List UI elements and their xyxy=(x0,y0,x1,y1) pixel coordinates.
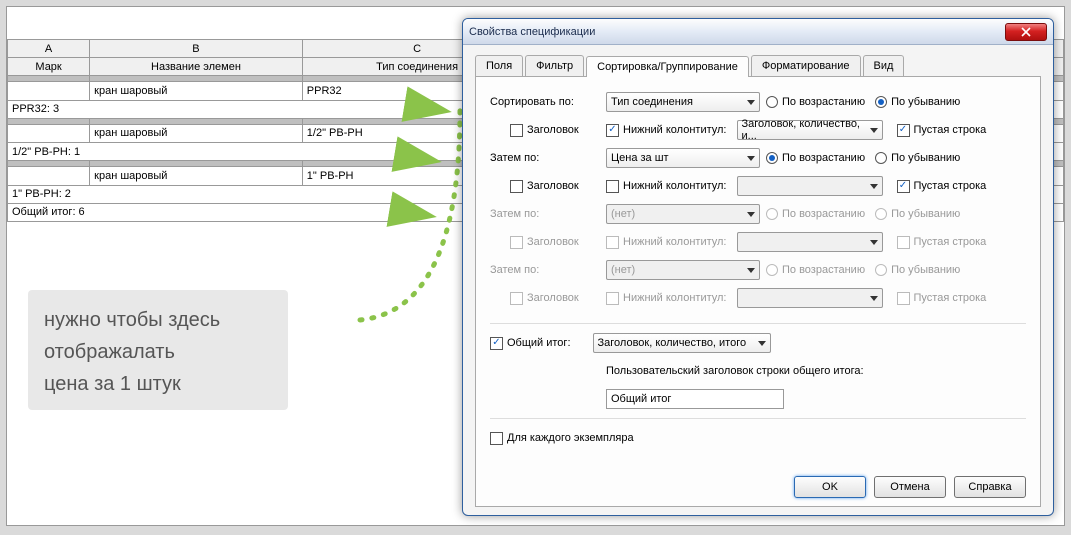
level-footer-select xyxy=(737,232,883,252)
cancel-button[interactable]: Отмена xyxy=(874,476,946,498)
tab-1[interactable]: Фильтр xyxy=(525,55,584,76)
tab-3[interactable]: Форматирование xyxy=(751,55,861,76)
help-button[interactable]: Справка xyxy=(954,476,1026,498)
sort-by-label: Сортировать по: xyxy=(490,96,600,108)
level-footer-checkbox: Нижний колонтитул: xyxy=(606,292,727,305)
level-footer-select xyxy=(737,288,883,308)
sort-desc-radio[interactable]: По убыванию xyxy=(875,96,960,108)
sort-field-select: (нет) xyxy=(606,260,760,280)
grand-total-select[interactable]: Заголовок, количество, итого xyxy=(593,333,771,353)
annotation-line: отображалать xyxy=(44,336,272,368)
sort-field-select[interactable]: Тип соединения xyxy=(606,92,760,112)
sort-field-select: (нет) xyxy=(606,204,760,224)
custom-title-label: Пользовательский заголовок строки общего… xyxy=(606,365,864,377)
close-icon xyxy=(1021,27,1031,37)
level-header-checkbox[interactable]: Заголовок xyxy=(510,124,600,137)
ok-button[interactable]: OK xyxy=(794,476,866,498)
annotation-line: нужно чтобы здесь xyxy=(44,304,272,336)
sorting-grouping-pane: Сортировать по: Тип соединения По возраста… xyxy=(475,77,1041,507)
sort-field-select[interactable]: Цена за шт xyxy=(606,148,760,168)
sort-asc-radio[interactable]: По возрастанию xyxy=(766,152,865,164)
column-letter[interactable]: B xyxy=(90,40,303,58)
then-by-label: Затем по: xyxy=(490,208,600,220)
custom-title-input[interactable] xyxy=(606,389,784,409)
annotation-line: цена за 1 штук xyxy=(44,368,272,400)
tab-4[interactable]: Вид xyxy=(863,55,905,76)
table-cell[interactable]: кран шаровый xyxy=(90,124,303,143)
grand-total-checkbox[interactable]: Общий итог: xyxy=(490,337,571,350)
properties-dialog: Свойства спецификации ПоляФильтрСортиров… xyxy=(462,18,1054,516)
then-by-label: Затем по: xyxy=(490,152,600,164)
tab-2[interactable]: Сортировка/Группирование xyxy=(586,56,749,77)
level-footer-select xyxy=(737,176,883,196)
sort-desc-radio[interactable]: По убыванию xyxy=(875,152,960,164)
table-cell[interactable]: кран шаровый xyxy=(90,167,303,186)
level-footer-select[interactable]: Заголовок, количество, и... xyxy=(737,120,883,140)
blank-line-checkbox[interactable]: Пустая строка xyxy=(897,180,987,193)
grand-total-label: Общий итог: xyxy=(507,337,571,349)
column-header[interactable]: Марк xyxy=(8,58,90,76)
sort-desc-radio: По убыванию xyxy=(875,208,960,220)
blank-line-checkbox: Пустая строка xyxy=(897,292,987,305)
per-instance-checkbox[interactable]: Для каждого экземпляра xyxy=(490,432,634,445)
sort-asc-radio[interactable]: По возрастанию xyxy=(766,96,865,108)
level-header-checkbox: Заголовок xyxy=(510,292,600,305)
level-footer-checkbox[interactable]: Нижний колонтитул: xyxy=(606,124,727,137)
level-footer-checkbox: Нижний колонтитул: xyxy=(606,236,727,249)
table-cell[interactable] xyxy=(8,82,90,101)
sort-asc-radio: По возрастанию xyxy=(766,208,865,220)
close-button[interactable] xyxy=(1005,23,1047,41)
column-header[interactable]: Название элемен xyxy=(90,58,303,76)
level-footer-checkbox[interactable]: Нижний колонтитул: xyxy=(606,180,727,193)
table-cell[interactable]: кран шаровый xyxy=(90,82,303,101)
level-header-checkbox[interactable]: Заголовок xyxy=(510,180,600,193)
blank-line-checkbox[interactable]: Пустая строка xyxy=(897,124,987,137)
tab-strip: ПоляФильтрСортировка/ГруппированиеФормат… xyxy=(475,55,1041,77)
sort-asc-radio: По возрастанию xyxy=(766,264,865,276)
annotation-note: нужно чтобы здесь отображалать цена за 1… xyxy=(28,290,288,410)
then-by-label: Затем по: xyxy=(490,264,600,276)
level-header-checkbox: Заголовок xyxy=(510,236,600,249)
blank-line-checkbox: Пустая строка xyxy=(897,236,987,249)
tab-0[interactable]: Поля xyxy=(475,55,523,76)
table-cell[interactable] xyxy=(8,167,90,186)
dialog-title: Свойства спецификации xyxy=(469,26,1005,38)
dialog-titlebar: Свойства спецификации xyxy=(463,19,1053,45)
per-instance-label: Для каждого экземпляра xyxy=(507,432,634,444)
sort-desc-radio: По убыванию xyxy=(875,264,960,276)
table-cell[interactable] xyxy=(8,124,90,143)
column-letter[interactable]: A xyxy=(8,40,90,58)
